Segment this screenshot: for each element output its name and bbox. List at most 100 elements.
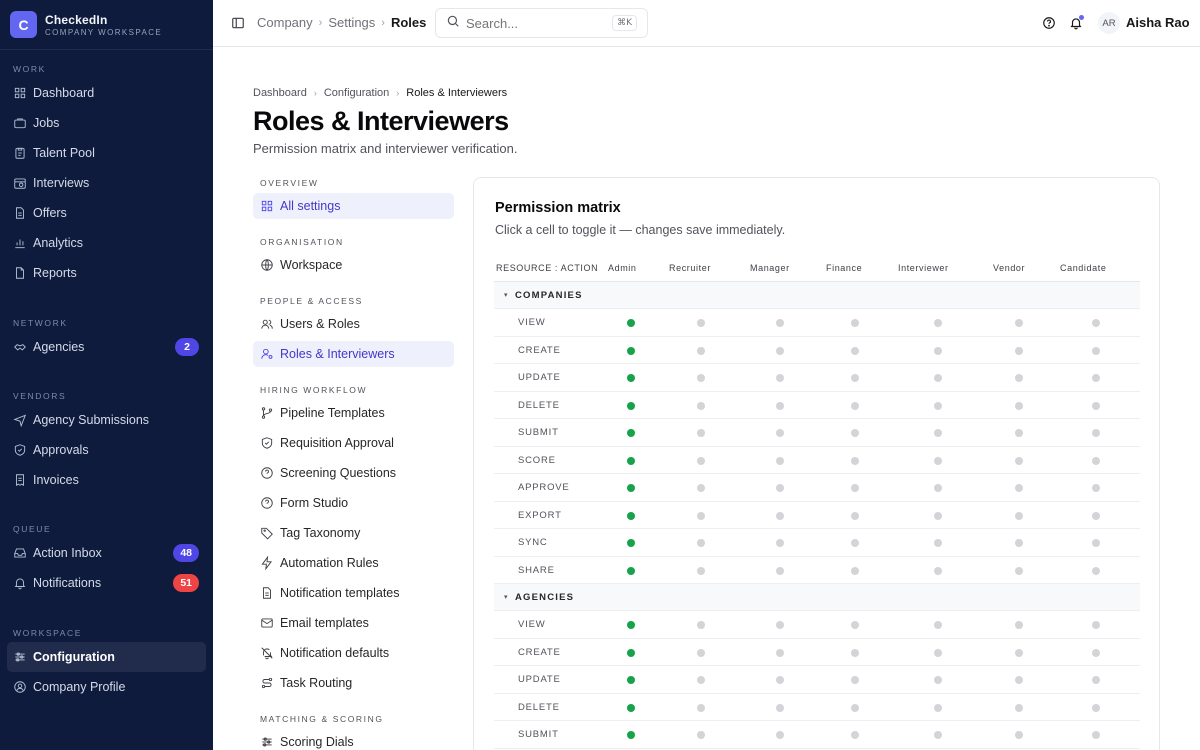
sidebar-item-jobs[interactable]: Jobs (0, 108, 213, 138)
permission-cell-recruiter[interactable] (697, 429, 705, 437)
permission-cell-admin[interactable] (627, 648, 635, 657)
settings-item-notification-defaults[interactable]: Notification defaults (253, 640, 454, 666)
settings-item-task-routing[interactable]: Task Routing (253, 670, 454, 696)
permission-cell-finance[interactable] (851, 319, 859, 327)
permission-cell-admin[interactable] (627, 346, 635, 355)
permission-cell-manager[interactable] (776, 539, 784, 547)
permission-cell-candidate[interactable] (1092, 319, 1100, 327)
sidebar-item-approvals[interactable]: Approvals (0, 435, 213, 465)
permission-cell-interviewer[interactable] (934, 621, 942, 629)
permission-cell-admin[interactable] (627, 703, 635, 712)
permission-cell-admin[interactable] (627, 539, 635, 547)
permission-cell-finance[interactable] (851, 566, 859, 575)
permission-cell-finance[interactable] (851, 731, 859, 739)
permission-cell-manager[interactable] (776, 456, 784, 465)
bell-icon[interactable] (1069, 15, 1084, 30)
permission-cell-candidate[interactable] (1092, 511, 1100, 520)
resource-group-agencies[interactable]: ▾ AGENCIES (494, 584, 1140, 611)
sidebar-item-dashboard[interactable]: Dashboard (0, 78, 213, 108)
permission-cell-admin[interactable] (627, 566, 635, 575)
permission-cell-manager[interactable] (776, 374, 784, 382)
permission-cell-interviewer[interactable] (934, 539, 942, 547)
settings-item-pipeline-templates[interactable]: Pipeline Templates (253, 400, 454, 426)
permission-cell-manager[interactable] (776, 676, 784, 684)
settings-item-roles-interviewers[interactable]: Roles & Interviewers (253, 341, 454, 367)
permission-cell-vendor[interactable] (1015, 566, 1023, 575)
sidebar-item-offers[interactable]: Offers (0, 198, 213, 228)
permission-cell-admin[interactable] (627, 511, 635, 520)
permission-cell-interviewer[interactable] (934, 374, 942, 382)
permission-cell-finance[interactable] (851, 648, 859, 657)
permission-cell-candidate[interactable] (1092, 484, 1100, 492)
permission-cell-candidate[interactable] (1092, 346, 1100, 355)
permission-cell-manager[interactable] (776, 484, 784, 492)
permission-cell-candidate[interactable] (1092, 539, 1100, 547)
permission-cell-finance[interactable] (851, 429, 859, 437)
settings-item-scoring-dials[interactable]: Scoring Dials (253, 729, 454, 750)
search-input[interactable] (466, 15, 606, 31)
breadcrumb-dashboard[interactable]: Dashboard (253, 87, 307, 99)
breadcrumb-settings[interactable]: Settings (328, 15, 375, 30)
settings-item-all-settings[interactable]: All settings (253, 193, 454, 219)
permission-cell-vendor[interactable] (1015, 484, 1023, 492)
permission-cell-finance[interactable] (851, 676, 859, 684)
permission-cell-recruiter[interactable] (697, 621, 705, 629)
sidebar-item-talent-pool[interactable]: Talent Pool (0, 138, 213, 168)
permission-cell-recruiter[interactable] (697, 703, 705, 712)
permission-cell-vendor[interactable] (1015, 346, 1023, 355)
permission-cell-finance[interactable] (851, 539, 859, 547)
permission-cell-manager[interactable] (776, 731, 784, 739)
permission-cell-admin[interactable] (627, 621, 635, 629)
permission-cell-finance[interactable] (851, 374, 859, 382)
permission-cell-manager[interactable] (776, 566, 784, 575)
permission-cell-candidate[interactable] (1092, 621, 1100, 629)
permission-cell-vendor[interactable] (1015, 703, 1023, 712)
permission-cell-vendor[interactable] (1015, 539, 1023, 547)
sidebar-item-agencies[interactable]: Agencies 2 (0, 332, 213, 362)
permission-cell-recruiter[interactable] (697, 539, 705, 547)
permission-cell-recruiter[interactable] (697, 731, 705, 739)
resource-group-companies[interactable]: ▾ COMPANIES (494, 282, 1140, 309)
permission-cell-interviewer[interactable] (934, 401, 942, 410)
permission-cell-candidate[interactable] (1092, 676, 1100, 684)
permission-cell-interviewer[interactable] (934, 484, 942, 492)
sidebar-item-agency-submissions[interactable]: Agency Submissions (0, 405, 213, 435)
permission-cell-vendor[interactable] (1015, 621, 1023, 629)
permission-cell-manager[interactable] (776, 511, 784, 520)
permission-cell-vendor[interactable] (1015, 374, 1023, 382)
permission-cell-manager[interactable] (776, 319, 784, 327)
avatar[interactable]: AR (1098, 12, 1120, 34)
settings-item-requisition-approval[interactable]: Requisition Approval (253, 430, 454, 456)
sidebar-item-analytics[interactable]: Analytics (0, 228, 213, 258)
permission-cell-recruiter[interactable] (697, 511, 705, 520)
sidebar-toggle-icon[interactable] (231, 16, 245, 30)
permission-cell-finance[interactable] (851, 703, 859, 712)
permission-cell-finance[interactable] (851, 456, 859, 465)
permission-cell-candidate[interactable] (1092, 648, 1100, 657)
permission-cell-vendor[interactable] (1015, 456, 1023, 465)
permission-cell-interviewer[interactable] (934, 731, 942, 739)
permission-cell-manager[interactable] (776, 429, 784, 437)
permission-cell-interviewer[interactable] (934, 676, 942, 684)
sidebar-item-reports[interactable]: Reports (0, 258, 213, 288)
sidebar-item-interviews[interactable]: Interviews (0, 168, 213, 198)
permission-cell-manager[interactable] (776, 703, 784, 712)
sidebar-item-invoices[interactable]: Invoices (0, 465, 213, 495)
caret-down-icon[interactable]: ▾ (504, 291, 508, 299)
brand[interactable]: C CheckedIn COMPANY WORKSPACE (0, 0, 213, 50)
permission-cell-vendor[interactable] (1015, 676, 1023, 684)
permission-cell-interviewer[interactable] (934, 566, 942, 575)
permission-cell-vendor[interactable] (1015, 401, 1023, 410)
search-box[interactable]: ⌘K (435, 8, 648, 38)
user-name[interactable]: Aisha Rao (1126, 15, 1190, 30)
settings-item-email-templates[interactable]: Email templates (253, 610, 454, 636)
permission-cell-manager[interactable] (776, 346, 784, 355)
permission-cell-recruiter[interactable] (697, 676, 705, 684)
settings-item-form-studio[interactable]: Form Studio (253, 490, 454, 516)
permission-cell-admin[interactable] (627, 401, 635, 410)
permission-cell-finance[interactable] (851, 511, 859, 520)
permission-cell-candidate[interactable] (1092, 566, 1100, 575)
breadcrumb-company[interactable]: Company (257, 15, 313, 30)
permission-cell-candidate[interactable] (1092, 456, 1100, 465)
permission-cell-recruiter[interactable] (697, 401, 705, 410)
